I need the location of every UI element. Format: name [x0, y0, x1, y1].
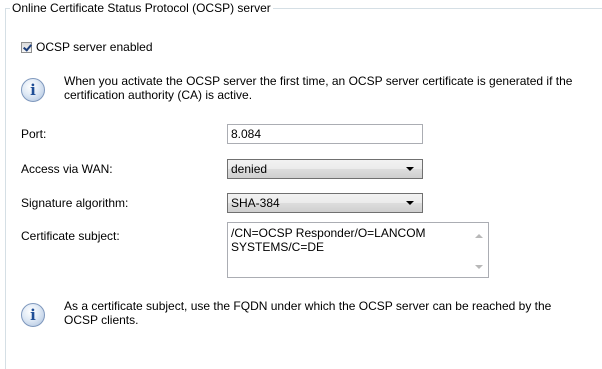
- certificate-subject-label: Certificate subject:: [21, 229, 120, 243]
- ocsp-enabled-checkbox[interactable]: [21, 41, 32, 53]
- textarea-scrollbar[interactable]: [471, 223, 488, 277]
- scroll-down-arrow-icon[interactable]: [475, 265, 483, 269]
- info-icon: i: [21, 303, 45, 327]
- certificate-subject-textarea[interactable]: /CN=OCSP Responder/O=LANCOM SYSTEMS/C=DE: [227, 222, 489, 278]
- access-wan-label: Access via WAN:: [21, 162, 113, 176]
- access-wan-select[interactable]: denied: [227, 159, 423, 179]
- access-wan-value: denied: [231, 162, 268, 176]
- chevron-down-icon: [406, 167, 414, 171]
- port-input[interactable]: 8.084: [227, 124, 423, 144]
- ocsp-enabled-checkbox-row[interactable]: OCSP server enabled: [21, 40, 153, 54]
- certificate-subject-value: /CN=OCSP Responder/O=LANCOM SYSTEMS/C=DE: [231, 226, 429, 254]
- info-text-activation: When you activate the OCSP server the fi…: [64, 74, 573, 102]
- signature-algorithm-label: Signature algorithm:: [21, 196, 129, 210]
- ocsp-enabled-label[interactable]: OCSP server enabled: [36, 40, 153, 54]
- group-title: Online Certificate Status Protocol (OCSP…: [10, 1, 273, 15]
- info-text-subject-hint: As a certificate subject, use the FQDN u…: [64, 299, 552, 327]
- port-label: Port:: [21, 127, 47, 141]
- info-box-subject-hint: i As a certificate subject, use the FQDN…: [21, 299, 584, 327]
- chevron-down-icon: [406, 201, 414, 205]
- scroll-up-arrow-icon[interactable]: [475, 234, 483, 238]
- signature-algorithm-value: SHA-384: [231, 196, 280, 210]
- info-box-activation: i When you activate the OCSP server the …: [21, 74, 584, 102]
- info-icon: i: [21, 78, 45, 102]
- signature-algorithm-select[interactable]: SHA-384: [227, 193, 423, 213]
